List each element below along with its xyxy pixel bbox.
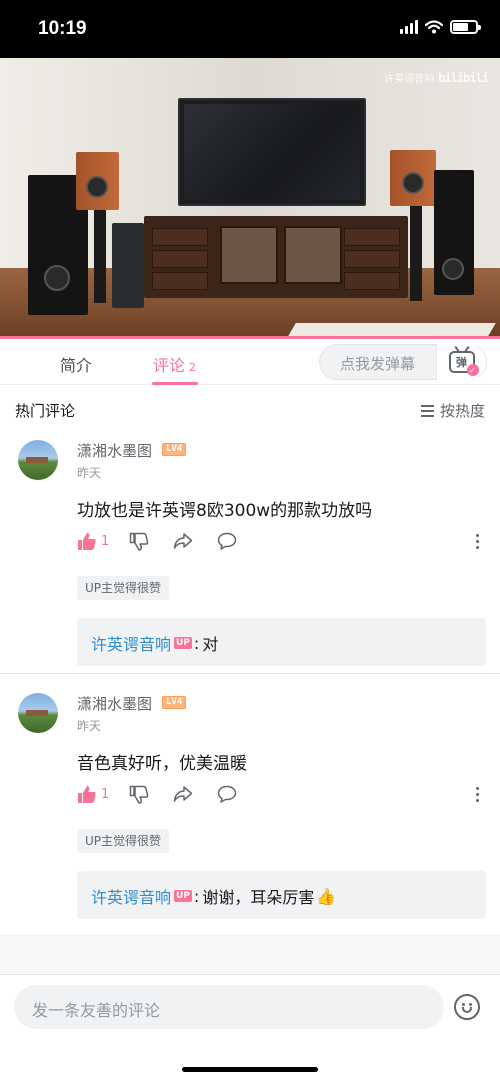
reply-button[interactable] xyxy=(217,532,237,550)
level-badge: LV4 xyxy=(162,443,187,456)
comment-time: 昨天 xyxy=(77,466,102,480)
emoji-icon[interactable] xyxy=(454,994,480,1020)
reply-text: 谢谢，耳朵厉害 xyxy=(202,888,315,907)
dislike-button[interactable] xyxy=(129,532,149,551)
comments-header: 热门评论 按热度 xyxy=(0,392,500,426)
bottom-bar: 发一条友善的评论 xyxy=(0,974,500,1082)
status-icons xyxy=(400,20,481,34)
comment-text: 音色真好听，优美温暖 xyxy=(77,754,247,774)
comment-actions: 1 xyxy=(77,532,487,556)
danmaku-placeholder: 点我发弹幕 xyxy=(340,355,416,373)
like-icon xyxy=(78,786,96,803)
status-bar: 10:19 xyxy=(0,0,500,58)
comment-input-placeholder: 发一条友善的评论 xyxy=(32,1001,161,1020)
list-end-spacer xyxy=(0,934,500,974)
video-tv xyxy=(178,98,366,206)
reply-icon xyxy=(217,532,237,550)
share-icon xyxy=(173,533,193,549)
level-badge: LV4 xyxy=(162,696,187,709)
dislike-icon xyxy=(129,532,149,551)
signal-icon xyxy=(400,20,418,34)
reply-preview[interactable]: 许英谔音响 UP : 谢谢，耳朵厉害 👍 xyxy=(77,871,486,919)
section-title: 热门评论 xyxy=(15,402,76,420)
avatar[interactable] xyxy=(18,440,58,480)
more-icon[interactable] xyxy=(476,534,479,549)
dislike-icon xyxy=(129,785,149,804)
thumbs-up-emoji: 👍 xyxy=(316,886,337,906)
comment-username[interactable]: 潇湘水墨图 xyxy=(77,693,152,714)
bilibili-logo: bilibili xyxy=(438,70,489,85)
danmaku-toggle-button[interactable]: 弹 ✓ xyxy=(436,344,486,380)
battery-icon xyxy=(450,20,481,34)
avatar[interactable] xyxy=(18,693,58,733)
video-player[interactable]: 许英谔音响 bilibili xyxy=(0,58,500,338)
comment-text: 功放也是许英谔8欧300w的那款功放吗 xyxy=(77,501,373,521)
reply-preview[interactable]: 许英谔音响 UP : 对 xyxy=(77,618,486,666)
like-icon xyxy=(78,533,96,550)
dislike-button[interactable] xyxy=(129,785,149,804)
status-time: 10:19 xyxy=(38,18,87,39)
share-button[interactable] xyxy=(173,785,193,803)
danmaku-tv-icon: 弹 ✓ xyxy=(448,351,479,376)
comment-divider xyxy=(0,673,500,674)
reply-username[interactable]: 许英谔音响 xyxy=(91,631,171,655)
video-watermark: 许英谔音响 bilibili xyxy=(384,70,489,86)
up-badge: UP xyxy=(174,637,192,649)
wifi-icon xyxy=(425,20,443,34)
video-cabinet xyxy=(144,216,408,298)
up-liked-badge: UP主觉得很赞 xyxy=(77,829,170,853)
comment-actions: 1 xyxy=(77,785,487,809)
comments-count: 2 xyxy=(189,361,197,374)
up-badge: UP xyxy=(174,890,192,902)
share-button[interactable] xyxy=(173,532,193,550)
tab-comments[interactable]: 评论 2 xyxy=(153,352,196,376)
home-indicator xyxy=(182,1067,318,1072)
comment-input[interactable]: 发一条友善的评论 xyxy=(14,985,444,1029)
comment-username[interactable]: 潇湘水墨图 xyxy=(77,440,152,461)
tab-bar: 简介 评论 2 点我发弹幕 弹 ✓ xyxy=(0,339,500,385)
like-button[interactable]: 1 xyxy=(77,532,109,551)
tab-intro[interactable]: 简介 xyxy=(60,352,92,376)
reply-icon xyxy=(217,785,237,803)
reply-button[interactable] xyxy=(217,785,237,803)
danmaku-input[interactable]: 点我发弹幕 弹 ✓ xyxy=(319,344,487,380)
tab-active-indicator xyxy=(152,382,198,385)
like-button[interactable]: 1 xyxy=(77,785,109,804)
sort-icon xyxy=(420,404,434,417)
sort-button[interactable]: 按热度 xyxy=(420,400,485,421)
comment-time: 昨天 xyxy=(77,719,102,733)
up-liked-badge: UP主觉得很赞 xyxy=(77,576,170,600)
reply-username[interactable]: 许英谔音响 xyxy=(91,884,171,908)
share-icon xyxy=(173,786,193,802)
reply-text: 对 xyxy=(202,635,219,654)
more-icon[interactable] xyxy=(476,787,479,802)
